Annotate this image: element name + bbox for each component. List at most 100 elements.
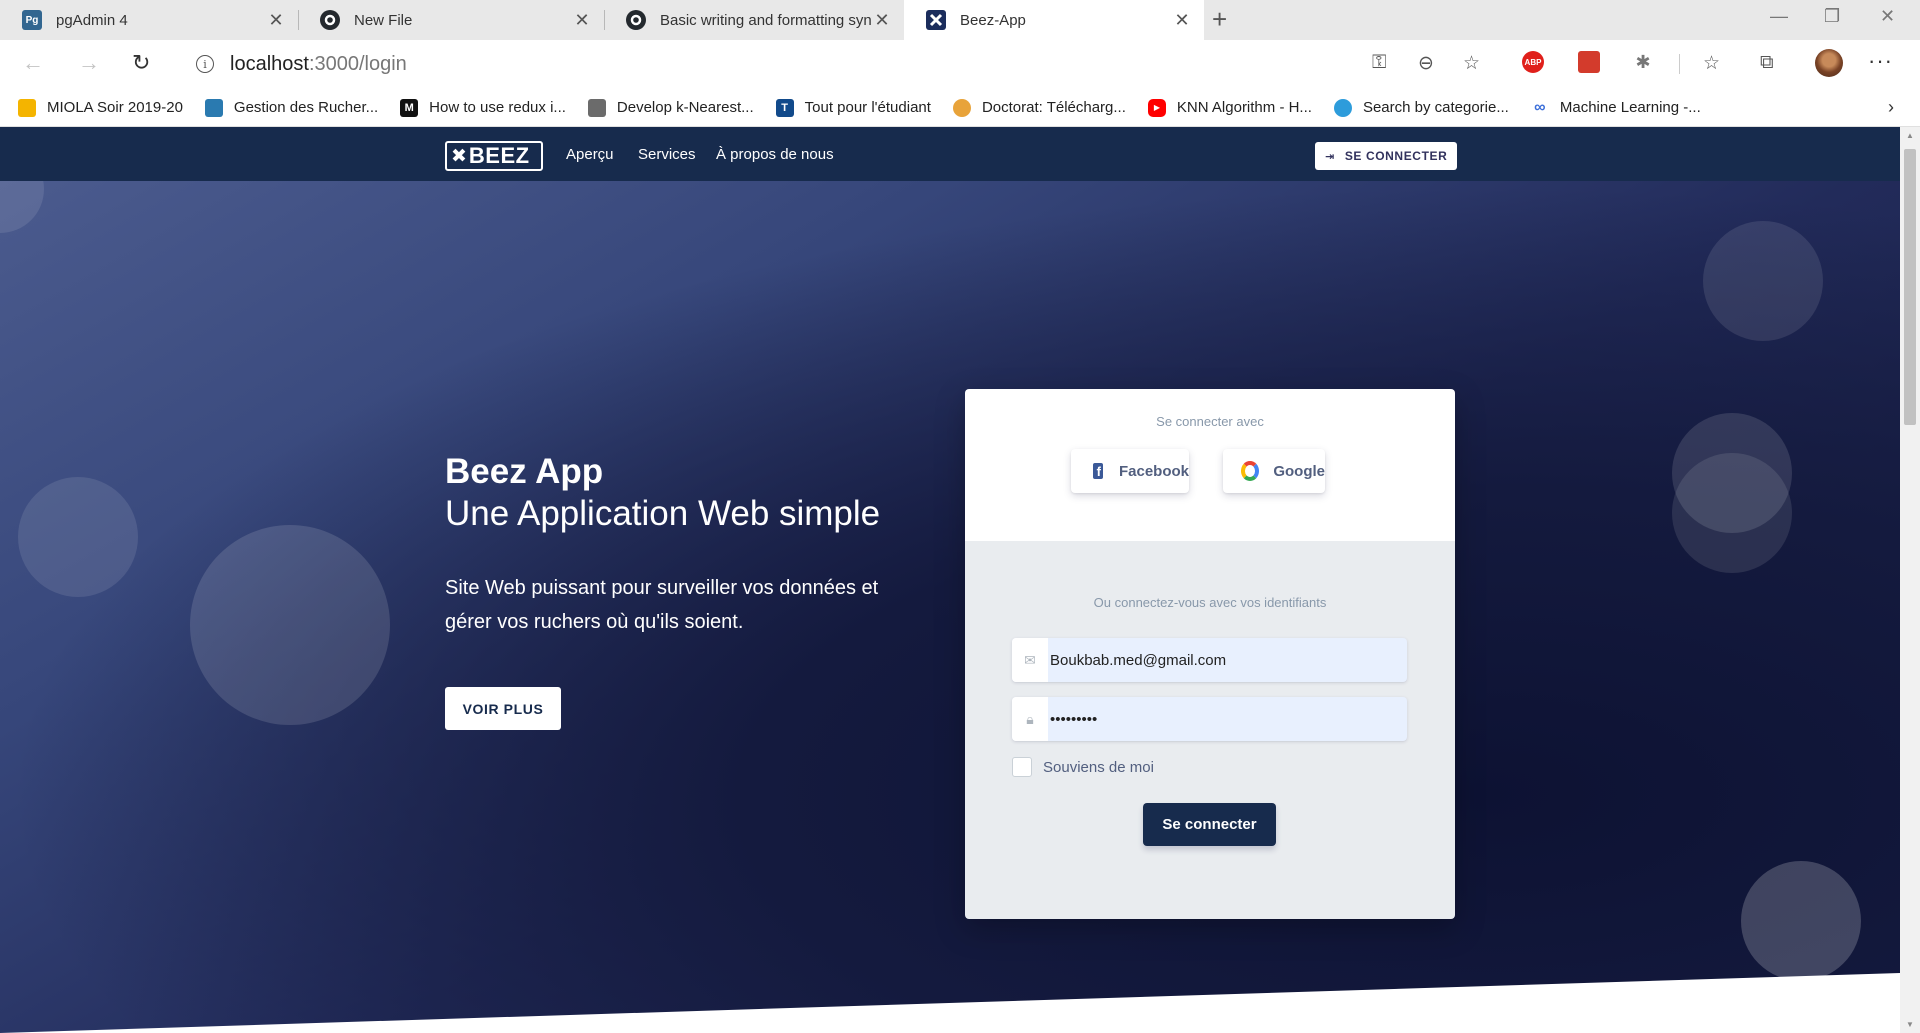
remember-label: Souviens de moi (1043, 758, 1154, 776)
bookmark-item[interactable]: Gestion des Rucher... (204, 98, 378, 117)
tab-new-file[interactable]: New File ✕ (298, 0, 604, 40)
scroll-down-icon[interactable]: ▼ (1906, 1020, 1914, 1029)
bookmark-favicon-icon (1333, 98, 1352, 117)
bookmark-favicon-icon (952, 98, 971, 117)
adblock-plus-icon[interactable]: ABP (1522, 51, 1544, 73)
bookmark-label: Machine Learning -... (1559, 99, 1701, 116)
chevron-right-icon[interactable]: › (1888, 97, 1894, 118)
window-close-icon[interactable]: ✕ (1880, 6, 1895, 27)
back-arrow-icon[interactable]: ← (22, 50, 44, 76)
new-tab-button[interactable]: + (1212, 4, 1227, 35)
bookmark-favicon-icon: T (775, 98, 794, 117)
nav-link-services[interactable]: Services (638, 146, 696, 163)
hero-section: Beez App Une Application Web simple Site… (0, 145, 1900, 1033)
brand-text: BEEZ (468, 143, 530, 168)
hero-subtitle: Une Application Web simple (445, 494, 881, 533)
connect-with-label: Se connecter avec (1156, 414, 1264, 429)
page-scrollbar[interactable]: ▲ ▼ (1900, 127, 1920, 1033)
favorite-star-icon[interactable]: ☆ (1463, 52, 1480, 75)
bookmark-item[interactable]: ∞ Machine Learning -... (1531, 99, 1701, 117)
decor-circle (18, 477, 138, 597)
header-login-button[interactable]: ⇥ SE CONNECTER (1315, 142, 1458, 170)
pgadmin-icon: Pg (22, 10, 42, 30)
sign-in-icon: ⇥ (1325, 150, 1335, 163)
email-value[interactable]: Boukbab.med@gmail.com (1050, 652, 1226, 669)
url-text[interactable]: localhost:3000/login (230, 53, 407, 76)
site-info-icon[interactable]: i (196, 55, 214, 73)
scroll-up-icon[interactable]: ▲ (1906, 131, 1914, 140)
restore-icon[interactable]: ❐ (1824, 6, 1840, 27)
scrollbar-thumb[interactable] (1904, 149, 1916, 425)
nav-link-about[interactable]: À propos de nous (716, 146, 834, 163)
credentials-form: Ou connectez-vous avec vos identifiants … (965, 541, 1455, 919)
social-login-section: Se connecter avec f Facebook Google (965, 389, 1455, 541)
bookmarks-bar: MIOLA Soir 2019-20 Gestion des Rucher...… (0, 89, 1920, 127)
zoom-out-icon[interactable]: ⊖ (1418, 52, 1434, 75)
credentials-hint: Ou connectez-vous avec vos identifiants (1093, 595, 1327, 610)
bookmark-item[interactable]: MIOLA Soir 2019-20 (18, 98, 183, 117)
medium-icon: M (400, 98, 419, 117)
close-icon[interactable]: ✕ (266, 10, 286, 31)
facebook-icon: f (1093, 463, 1103, 479)
close-icon[interactable]: ✕ (872, 10, 892, 31)
lock-icon: 🔒︎ (1012, 697, 1048, 741)
infinity-icon: ∞ (1534, 98, 1546, 116)
facebook-button[interactable]: f Facebook (1071, 449, 1189, 493)
beez-logo[interactable]: ✖ BEEZ (445, 141, 543, 171)
youtube-icon: ▶ (1147, 98, 1166, 117)
bookmark-label: MIOLA Soir 2019-20 (47, 99, 183, 116)
header-login-label: SE CONNECTER (1344, 149, 1448, 163)
bookmark-item[interactable]: T Tout pour l'étudiant (775, 98, 931, 117)
bookmark-label: KNN Algorithm - H... (1176, 99, 1312, 116)
envelope-icon: ✉ (1012, 638, 1048, 682)
toolbar-separator (1679, 54, 1680, 74)
address-bar[interactable]: i localhost:3000/login (176, 44, 1502, 84)
remember-me[interactable]: Souviens de moi (1012, 757, 1154, 777)
remember-checkbox[interactable] (1012, 757, 1032, 777)
tab-pgadmin[interactable]: Pg pgAdmin 4 ✕ (0, 0, 298, 40)
close-icon[interactable]: ✕ (1172, 10, 1192, 31)
bookmark-favicon-icon (18, 98, 36, 117)
bookmark-label: Develop k-Nearest... (616, 99, 754, 116)
bookmark-label: How to use redux i... (429, 99, 566, 116)
bookmark-item[interactable]: Search by categorie... (1333, 98, 1509, 117)
profile-avatar[interactable] (1815, 49, 1843, 77)
web-page: Beez App Une Application Web simple Site… (0, 127, 1900, 1033)
tab-title: Basic writing and formatting synt (660, 11, 872, 29)
key-icon[interactable]: ⚿ (1372, 52, 1386, 74)
close-icon[interactable]: ✕ (572, 10, 592, 31)
bookmark-label: Tout pour l'étudiant (804, 99, 931, 116)
browser-tab-strip: Pg pgAdmin 4 ✕ New File ✕ Basic writing … (0, 0, 1920, 40)
minimize-icon[interactable]: — (1770, 6, 1788, 27)
email-field[interactable]: ✉ Boukbab.med@gmail.com (1012, 638, 1407, 682)
nav-link-apercu[interactable]: Aperçu (566, 146, 614, 163)
collections-icon[interactable]: ⧉ (1760, 52, 1774, 74)
login-submit-button[interactable]: Se connecter (1143, 803, 1276, 846)
tab-basic-writing[interactable]: Basic writing and formatting synt ✕ (604, 0, 904, 40)
browser-toolbar: ← → ↻ i localhost:3000/login ⚿ ⊖ ☆ ABP ✱… (0, 40, 1920, 89)
bookmark-label: Doctorat: Télécharg... (981, 99, 1126, 116)
tab-beez-app[interactable]: Beez-App ✕ (904, 0, 1204, 40)
bookmark-item[interactable]: Doctorat: Télécharg... (952, 98, 1126, 117)
hero-title: Beez App (445, 452, 604, 491)
google-button[interactable]: Google (1223, 449, 1325, 493)
decor-circle (1703, 221, 1823, 341)
google-label: Google (1273, 462, 1325, 480)
reload-icon[interactable]: ↻ (132, 50, 150, 76)
bookmark-item[interactable]: Develop k-Nearest... (587, 98, 754, 117)
tab-title: pgAdmin 4 (56, 11, 128, 29)
password-value[interactable]: ••••••••• (1050, 711, 1097, 728)
decor-circle (190, 525, 390, 725)
favorites-list-icon[interactable]: ☆ (1703, 52, 1720, 75)
red-square-extension-icon[interactable] (1578, 51, 1600, 73)
bookmark-item[interactable]: M How to use redux i... (400, 98, 566, 117)
bookmark-item[interactable]: ▶ KNN Algorithm - H... (1147, 98, 1312, 117)
voir-plus-button[interactable]: VOIR PLUS (445, 687, 561, 730)
site-navbar: ✖ BEEZ Aperçu Services À propos de nous … (0, 127, 1900, 181)
forward-arrow-icon[interactable]: → (78, 50, 100, 76)
github-icon (626, 10, 646, 30)
skew-divider (0, 973, 1900, 1033)
password-field[interactable]: 🔒︎ ••••••••• (1012, 697, 1407, 741)
more-menu-icon[interactable]: ··· (1868, 48, 1893, 74)
bug-extension-icon[interactable]: ✱ (1632, 51, 1654, 73)
